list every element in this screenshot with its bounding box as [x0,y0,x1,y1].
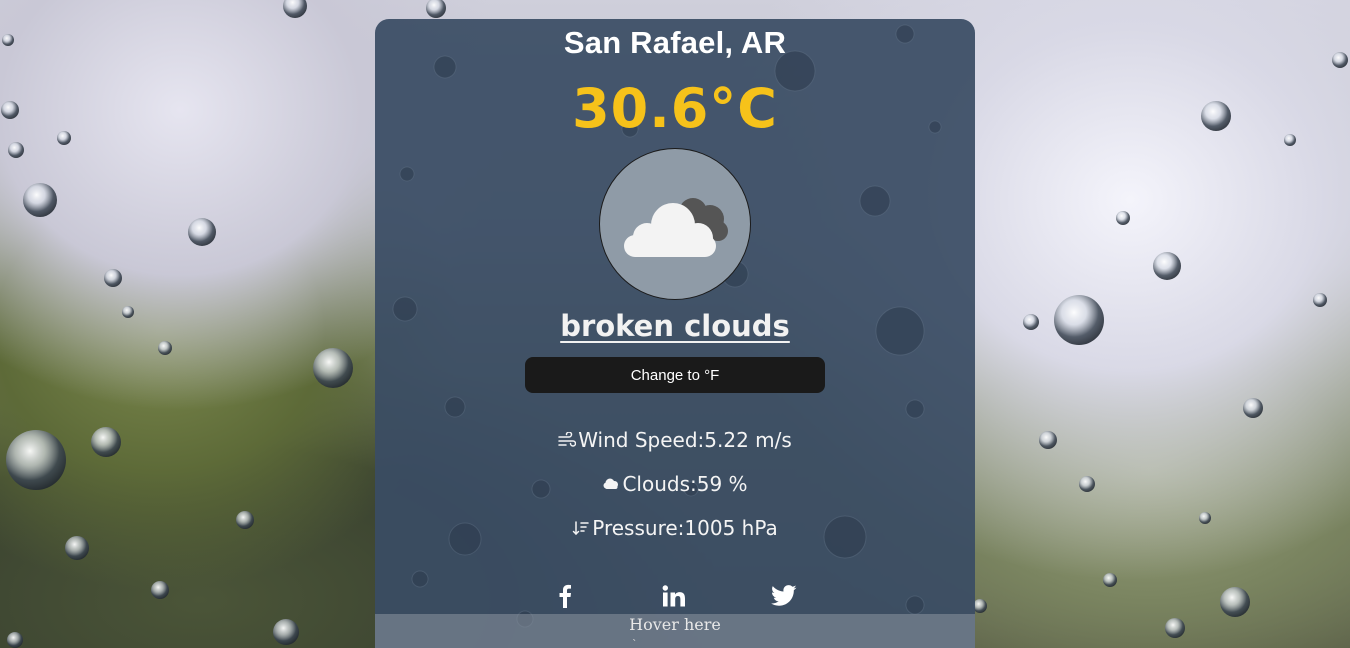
facebook-link[interactable] [550,582,580,610]
sort-down-icon [572,520,590,536]
clouds-label: Clouds: [622,472,697,496]
pressure-value: 1005 hPa [684,516,778,540]
change-unit-button[interactable]: Change to °F [525,357,825,393]
hover-label: Hover here [629,615,721,634]
linkedin-link[interactable] [659,582,689,610]
broken-clouds-icon [624,198,728,257]
weather-description: broken clouds [560,309,790,343]
wind-icon [558,432,577,448]
city-name: San Rafael, AR [563,25,787,60]
hover-tick: ` [632,638,638,648]
wind-speed-value: 5.22 m/s [704,428,792,452]
weather-icon-circle [599,148,751,300]
wind-speed-row: Wind Speed: 5.22 m/s [375,428,975,452]
clouds-row: Clouds: 59 % [375,472,975,496]
pressure-row: Pressure: 1005 hPa [375,516,975,540]
twitter-icon [771,585,797,606]
cloud-icon [602,477,620,491]
pressure-label: Pressure: [592,516,685,540]
facebook-icon [559,584,571,608]
temperature-value: 30.6°C [572,77,778,140]
wind-speed-label: Wind Speed: [578,428,705,452]
hover-footer[interactable]: Hover here ` [375,614,975,648]
clouds-value: 59 % [696,472,748,496]
twitter-link[interactable] [769,582,799,610]
weather-card: San Rafael, AR 30.6°C broken clouds Chan… [375,19,975,648]
linkedin-icon [662,585,685,607]
